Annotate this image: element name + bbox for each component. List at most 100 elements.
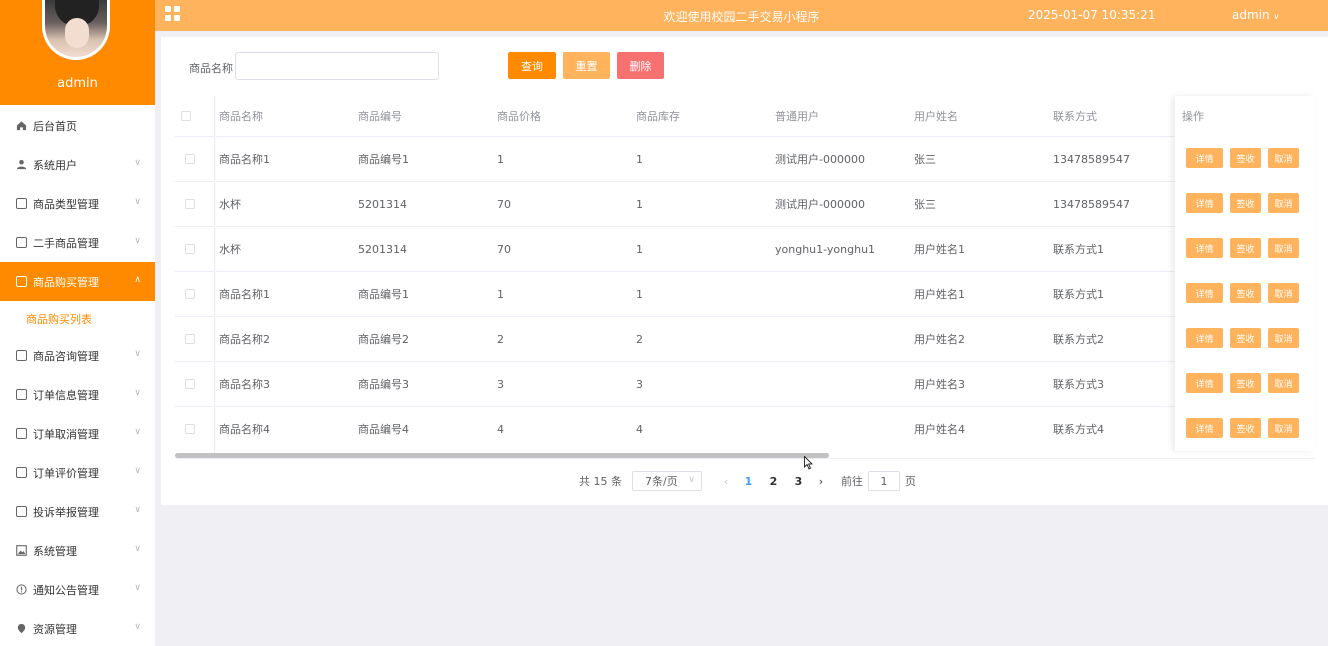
cell-stock: 3	[636, 377, 643, 391]
detail-button[interactable]: 详情	[1186, 193, 1223, 213]
table-row: 水杯 5201314 70 1 测试用户-000000 张三 134785895…	[175, 181, 1315, 226]
sidebar-item-system-management[interactable]: 系统管理 ∨	[0, 531, 155, 570]
select-all-checkbox[interactable]	[181, 96, 191, 136]
row-checkbox[interactable]	[185, 272, 195, 316]
sidebar-item-label: 系统管理	[33, 544, 77, 558]
sidebar-item-label: 后台首页	[33, 119, 77, 133]
cell-product-code: 商品编号1	[358, 288, 409, 301]
doc-icon	[15, 198, 27, 210]
sidebar-item-announcements[interactable]: 通知公告管理 ∨	[0, 570, 155, 609]
page-number[interactable]: 1	[736, 475, 761, 488]
detail-button[interactable]: 详情	[1186, 373, 1223, 393]
sidebar-item-system-users[interactable]: 系统用户 ∨	[0, 145, 155, 184]
chevron-down-icon: ∨	[1273, 12, 1280, 21]
sidebar-item-order-cancel[interactable]: 订单取消管理 ∨	[0, 414, 155, 453]
table-row: 商品名称3 商品编号3 3 3 用户姓名3 联系方式3	[175, 361, 1315, 406]
home-icon	[15, 120, 27, 132]
cancel-button[interactable]: 取消	[1268, 193, 1299, 213]
sign-button[interactable]: 签收	[1230, 193, 1261, 213]
sidebar-item-resources[interactable]: 资源管理 ∨	[0, 609, 155, 646]
cancel-button[interactable]: 取消	[1268, 328, 1299, 348]
page-number[interactable]: 3	[786, 475, 811, 488]
cancel-button[interactable]: 取消	[1268, 148, 1299, 168]
column-header: 普通用户	[775, 110, 819, 123]
sidebar: admin 后台首页 系统用户 ∨ 商品类型管理 ∨ 二手商品管理 ∨ 商品购买…	[0, 0, 155, 646]
reset-button[interactable]: 重置	[563, 52, 610, 79]
column-header: 联系方式	[1053, 110, 1097, 123]
sidebar-item-label: 订单评价管理	[33, 466, 99, 480]
cell-user: yonghu1-yonghu1	[775, 242, 876, 256]
column-header: 商品库存	[636, 110, 680, 123]
query-button[interactable]: 查询	[508, 52, 556, 79]
table-row: 商品名称1 商品编号1 1 1 用户姓名1 联系方式1	[175, 271, 1315, 316]
cell-product-name: 商品名称1	[219, 153, 270, 166]
fixed-column-divider	[214, 96, 216, 456]
cell-contact: 联系方式1	[1053, 243, 1104, 256]
mouse-cursor-icon	[804, 456, 813, 470]
detail-button[interactable]: 详情	[1186, 238, 1223, 258]
chevron-down-icon: ∨	[134, 466, 141, 476]
sign-button[interactable]: 签收	[1230, 373, 1261, 393]
cell-contact: 联系方式3	[1053, 378, 1104, 391]
detail-button[interactable]: 详情	[1186, 328, 1223, 348]
chevron-down-icon: ∨	[134, 388, 141, 398]
next-page-icon[interactable]: ›	[811, 475, 831, 488]
cell-stock: 1	[636, 152, 643, 166]
table-row: 水杯 5201314 70 1 yonghu1-yonghu1 用户姓名1 联系…	[175, 226, 1315, 271]
sidebar-item-product-inquiry[interactable]: 商品咨询管理 ∨	[0, 336, 155, 375]
sidebar-item-order-info[interactable]: 订单信息管理 ∨	[0, 375, 155, 414]
cell-contact: 13478589547	[1053, 152, 1130, 166]
cell-price: 70	[497, 197, 511, 211]
cancel-button[interactable]: 取消	[1268, 418, 1299, 438]
sidebar-item-secondhand-products[interactable]: 二手商品管理 ∨	[0, 223, 155, 262]
cell-user-name: 用户姓名3	[914, 378, 965, 391]
column-header: 用户姓名	[914, 110, 958, 123]
row-checkbox[interactable]	[185, 137, 195, 181]
row-checkbox[interactable]	[185, 317, 195, 361]
cell-product-code: 商品编号1	[358, 153, 409, 166]
sidebar-item-order-review[interactable]: 订单评价管理 ∨	[0, 453, 155, 492]
user-menu[interactable]: admin ∨	[1232, 8, 1279, 22]
cancel-button[interactable]: 取消	[1268, 283, 1299, 303]
cell-price: 1	[497, 287, 504, 301]
detail-button[interactable]: 详情	[1186, 283, 1223, 303]
sidebar-subitem-purchase-list[interactable]: 商品购买列表	[0, 301, 155, 337]
sidebar-item-purchase-management[interactable]: 商品购买管理 ∧	[0, 262, 155, 301]
cell-user-name: 用户姓名2	[914, 333, 965, 346]
search-label: 商品名称	[189, 62, 233, 75]
avatar[interactable]	[42, 0, 110, 60]
prev-page-icon[interactable]: ‹	[716, 475, 736, 488]
row-checkbox[interactable]	[185, 407, 195, 451]
page-number[interactable]: 2	[761, 475, 786, 488]
sign-button[interactable]: 签收	[1230, 283, 1261, 303]
row-checkbox[interactable]	[185, 182, 195, 226]
sign-button[interactable]: 签收	[1230, 328, 1261, 348]
cell-product-name: 水杯	[219, 243, 241, 256]
cancel-button[interactable]: 取消	[1268, 238, 1299, 258]
sidebar-item-complaints[interactable]: 投诉举报管理 ∨	[0, 492, 155, 531]
page-suffix: 页	[905, 475, 916, 488]
sign-button[interactable]: 签收	[1230, 418, 1261, 438]
delete-button[interactable]: 删除	[617, 52, 664, 79]
page-size-select[interactable]: 7条/页 ∨	[632, 471, 702, 491]
row-checkbox[interactable]	[185, 227, 195, 271]
chevron-down-icon: ∨	[134, 622, 141, 632]
sidebar-item-label: 系统用户	[33, 158, 77, 172]
detail-button[interactable]: 详情	[1186, 418, 1223, 438]
cancel-button[interactable]: 取消	[1268, 373, 1299, 393]
cell-product-code: 商品编号4	[358, 423, 409, 436]
sign-button[interactable]: 签收	[1230, 238, 1261, 258]
detail-button[interactable]: 详情	[1186, 148, 1223, 168]
search-input[interactable]	[235, 52, 439, 80]
row-checkbox[interactable]	[185, 362, 195, 406]
sidebar-item-label: 资源管理	[33, 622, 77, 636]
sidebar-item-home[interactable]: 后台首页	[0, 106, 155, 145]
sign-button[interactable]: 签收	[1230, 148, 1261, 168]
location-icon	[15, 623, 27, 635]
sidebar-item-label: 订单信息管理	[33, 388, 99, 402]
cell-price: 70	[497, 242, 511, 256]
goto-page-input[interactable]: 1	[868, 471, 900, 491]
actions-column: 操作 详情 签收 取消 详情 签收 取消 详情 签收 取消 详情 签收 取消 详…	[1175, 96, 1315, 451]
sidebar-item-product-types[interactable]: 商品类型管理 ∨	[0, 184, 155, 223]
chevron-down-icon: ∨	[134, 158, 141, 168]
